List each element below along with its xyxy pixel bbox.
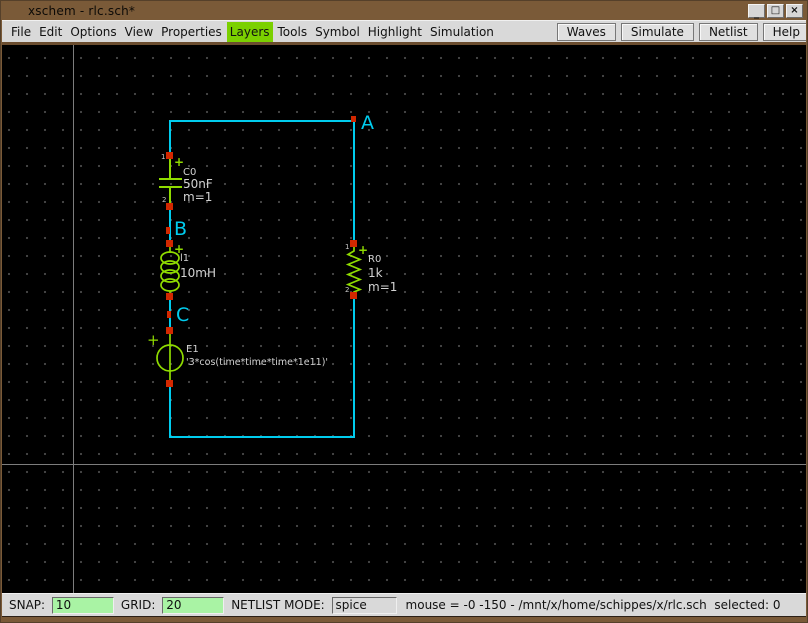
minimize-icon: _ [754,8,759,19]
window-title: xschem - rlc.sch* [28,4,136,18]
capacitor-pin2-box [166,203,173,210]
snap-label: SNAP: [9,598,49,612]
snap-input[interactable] [51,596,114,614]
help-button[interactable]: Help [762,22,806,41]
resistor-mult[interactable]: m=1 [368,280,397,294]
menubar: File Edit Options View Properties Layers… [2,20,806,45]
maximize-icon: □ [770,5,781,16]
statusbar: SNAP: GRID: NETLIST MODE: mouse = -0 -15… [2,593,806,617]
inductor-pin1-box [166,240,173,247]
schematic-canvas[interactable]: A B C 1 + C0 50nF m=1 2 + l1 10mH + E1 '… [2,45,806,593]
minimize-button[interactable]: _ [748,4,765,19]
resistor-plus-mark: + [358,243,368,257]
xschem-window: xschem - rlc.sch* _ □ × File Edit Option… [0,0,808,623]
inductor-coil-4 [160,278,180,292]
source-value[interactable]: '3*cos(time*time*time*1e11)' [186,357,328,368]
net-label-c[interactable]: C [176,304,189,326]
close-icon: × [790,5,799,16]
maximize-button[interactable]: □ [767,4,784,18]
menu-item-tools[interactable]: Tools [275,22,311,42]
resistor-pin2-box [350,292,357,299]
menu-buttons: Waves Simulate Netlist Help [552,21,806,42]
menu-item-options[interactable]: Options [67,22,119,42]
menu-item-symbol[interactable]: Symbol [312,22,363,42]
circuit-drawing: A B C 1 + C0 50nF m=1 2 + l1 10mH + E1 '… [147,112,397,438]
resistor-pin2-number: 2 [345,286,349,294]
net-label-c-pin-box [167,311,171,318]
resistor-pin1-box [350,240,357,247]
simulate-button[interactable]: Simulate [620,22,694,41]
resistor-name[interactable]: R0 [368,254,381,265]
net-label-b[interactable]: B [174,218,187,240]
window-controls: _ □ × [748,4,803,19]
resistor-value[interactable]: 1k [368,266,383,280]
titlebar: xschem - rlc.sch* _ □ × [2,2,806,20]
net-label-a[interactable]: A [361,112,374,134]
netlist-mode-label: NETLIST MODE: [231,598,329,612]
capacitor-pin1-box [166,152,173,159]
resistor-pin1-number: 1 [345,243,349,251]
mouse-status: mouse = -0 -150 - /mnt/x/home/schippes/x… [405,598,781,612]
waves-button[interactable]: Waves [556,22,616,41]
inductor-value[interactable]: 10mH [180,266,216,280]
menu-item-file[interactable]: File [8,22,34,42]
source-symbol[interactable] [156,334,184,381]
grid-label: GRID: [120,598,160,612]
menu-items: File Edit Options View Properties Layers… [2,21,498,42]
inductor-name[interactable]: l1 [180,253,189,264]
source-name[interactable]: E1 [186,344,199,355]
capacitor-pin2-number: 2 [162,196,166,204]
net-label-a-pin-box [351,116,356,122]
menu-item-view[interactable]: View [122,22,156,42]
capacitor-pin1-number: 1 [161,153,165,161]
menu-item-layers[interactable]: Layers [226,21,273,42]
grid-input[interactable] [162,596,225,614]
menu-item-highlight[interactable]: Highlight [365,22,425,42]
netlist-button[interactable]: Netlist [698,22,758,41]
source-plus-mark: + [147,331,160,349]
capacitor-mult[interactable]: m=1 [183,190,212,204]
menu-item-simulation[interactable]: Simulation [427,22,497,42]
inductor-pin2-box [166,293,173,300]
net-label-b-pin-box [166,227,170,234]
menu-item-properties[interactable]: Properties [158,22,225,42]
menu-item-edit[interactable]: Edit [36,22,65,42]
netlist-mode-input[interactable] [331,596,397,614]
capacitor-value[interactable]: 50nF [183,177,213,191]
source-pin2-box [166,380,173,387]
close-button[interactable]: × [786,4,803,18]
source-pin1-box [166,327,173,334]
